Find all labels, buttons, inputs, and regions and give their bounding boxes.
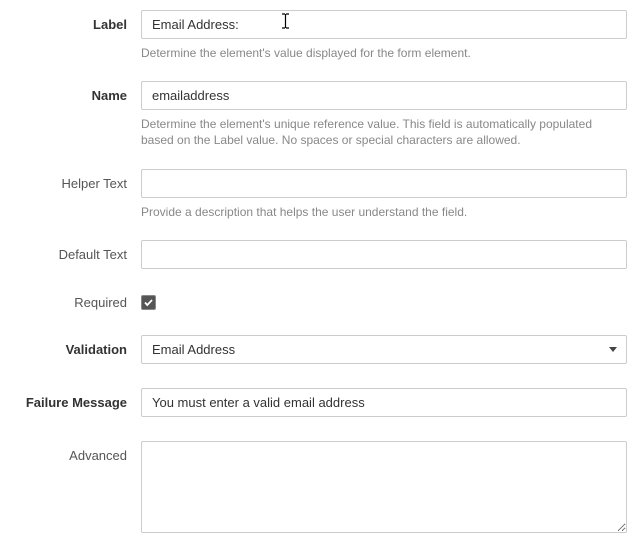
validation-label: Validation (8, 335, 141, 357)
name-help: Determine the element's unique reference… (141, 116, 627, 148)
name-label: Name (8, 81, 141, 103)
advanced-textarea[interactable] (141, 441, 627, 533)
required-label: Required (8, 293, 141, 310)
failure-message-label: Failure Message (8, 388, 141, 410)
default-text-label: Default Text (8, 240, 141, 262)
helper-text-label: Helper Text (8, 169, 141, 191)
helper-text-input[interactable] (141, 169, 627, 198)
helper-text-help: Provide a description that helps the use… (141, 204, 627, 220)
label-help: Determine the element's value displayed … (141, 45, 627, 61)
validation-select[interactable]: Email Address (141, 335, 627, 364)
name-input[interactable] (141, 81, 627, 110)
required-checkbox[interactable] (141, 295, 156, 310)
default-text-input[interactable] (141, 240, 627, 269)
check-icon (143, 297, 154, 308)
failure-message-input[interactable] (141, 388, 627, 417)
advanced-label: Advanced (8, 441, 141, 463)
label-label: Label (8, 10, 141, 32)
label-input[interactable] (141, 10, 627, 39)
